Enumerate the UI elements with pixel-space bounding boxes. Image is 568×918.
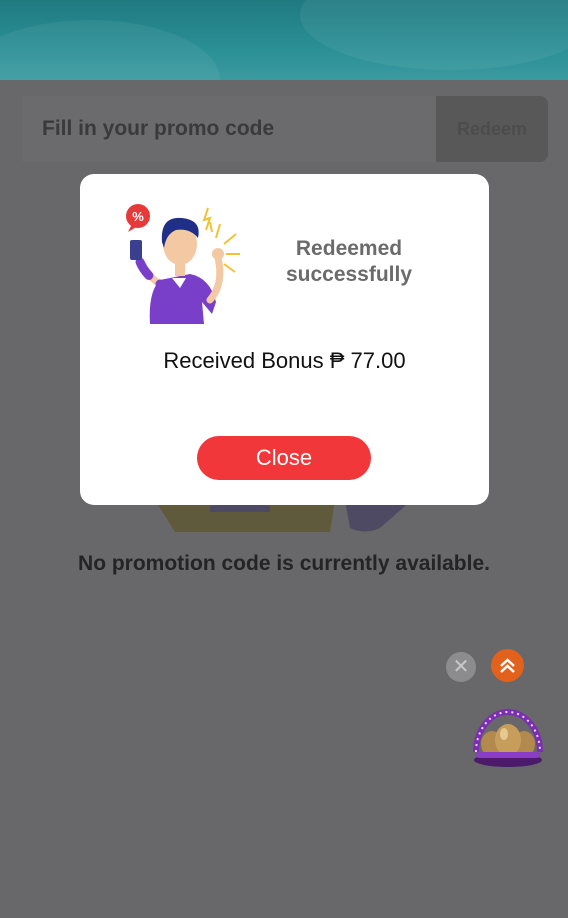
close-button[interactable]: Close <box>197 436 371 480</box>
page-header <box>0 0 568 80</box>
redeem-button[interactable]: Redeem <box>436 96 548 162</box>
dialog-title: Redeemed successfully <box>285 237 413 286</box>
success-dialog: % Redeemed successfully Received Bonus ₱… <box>80 174 489 505</box>
promo-code-input[interactable]: Fill in your promo code <box>22 96 436 162</box>
svg-text:%: % <box>132 209 144 224</box>
close-icon[interactable]: ✕ <box>446 652 476 682</box>
celebrating-person-illustration: % <box>126 204 240 324</box>
header-decoration <box>300 0 568 70</box>
golden-eggs-icon[interactable] <box>470 700 546 770</box>
bonus-message: Received Bonus ₱ 77.00 <box>163 348 406 373</box>
promo-code-row: Fill in your promo code Redeem <box>22 96 548 162</box>
double-chevron-up-icon[interactable] <box>491 649 524 682</box>
header-decoration <box>0 20 220 80</box>
empty-state-message: No promotion code is currently available… <box>78 552 490 575</box>
